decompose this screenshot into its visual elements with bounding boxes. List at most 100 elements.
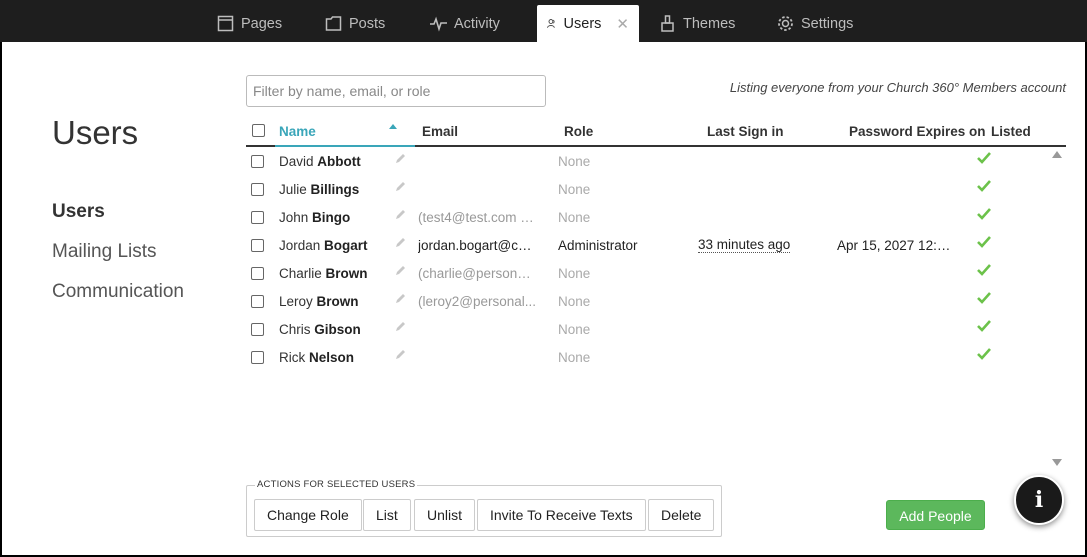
table-row[interactable]: John Bingo (test4@test.com o... None [246,203,1066,231]
brush-icon [661,15,674,32]
tab-label: Settings [801,15,854,32]
password-expires: Apr 15, 2027 12:5... [837,238,955,253]
tab-users[interactable]: Users ✕ [537,5,639,42]
filter-input[interactable] [246,75,546,107]
user-email: (leroy2@personal... [418,294,536,309]
table-row[interactable]: Chris Gibson None [246,315,1066,343]
users-icon [547,19,555,28]
tab-posts[interactable]: Posts [315,5,395,42]
header-password-expires[interactable]: Password Expires on [849,124,986,139]
nav-item-users[interactable]: Users [52,200,184,240]
row-checkbox[interactable] [251,155,264,168]
change-role-button[interactable]: Change Role [254,499,362,531]
actions-panel: ACTIONS FOR SELECTED USERS Change Role L… [246,479,722,537]
last-name: Gibson [314,322,361,337]
check-icon [977,180,991,195]
row-checkbox[interactable] [251,267,264,280]
row-checkbox[interactable] [251,323,264,336]
table-row[interactable]: Leroy Brown (leroy2@personal... None [246,287,1066,315]
list-button[interactable]: List [363,499,411,531]
pencil-icon[interactable] [394,264,407,280]
last-name: Nelson [309,350,355,365]
header-name[interactable]: Name [279,124,316,139]
side-nav: Users Mailing Lists Communication [52,200,184,320]
pencil-icon[interactable] [394,348,407,364]
row-checkbox[interactable] [251,211,264,224]
scroll-down-arrow[interactable] [1052,459,1062,466]
tab-activity[interactable]: Activity [420,5,510,42]
folder-icon [325,16,342,31]
select-all-checkbox[interactable] [252,124,265,137]
tab-label: Themes [683,15,736,32]
tab-label: Activity [454,15,500,32]
user-role: None [558,294,591,309]
last-name: Brown [325,266,368,281]
first-name: Rick [279,350,306,365]
top-tab-bar: Pages Posts Activity Users ✕ Themes Sett… [0,0,1087,42]
page-title: Users [52,114,139,151]
table-row[interactable]: Jordan Bogart jordan.bogart@cp... Administ… [246,231,1066,259]
sort-asc-icon [389,124,397,129]
user-name[interactable]: David Abbott [279,154,361,169]
table-row[interactable]: Charlie Brown (charlie@personal... None [246,259,1066,287]
close-icon[interactable]: ✕ [616,15,629,33]
user-name[interactable]: Leroy Brown [279,294,359,309]
row-checkbox[interactable] [251,239,264,252]
listing-note: Listing everyone from your Church 360° M… [729,80,1066,95]
user-name[interactable]: Jordan Bogart [279,238,368,253]
app-window: Pages Posts Activity Users ✕ Themes Sett… [0,0,1087,557]
user-role: Administrator [558,238,638,253]
row-checkbox[interactable] [251,351,264,364]
user-name[interactable]: Rick Nelson [279,350,354,365]
user-email: (test4@test.com o... [418,210,536,225]
user-role: None [558,266,591,281]
pencil-icon[interactable] [394,208,407,224]
add-people-button[interactable]: Add People [886,500,985,530]
tab-label: Pages [241,15,283,32]
table-row[interactable]: David Abbott None [246,147,1066,175]
check-icon [977,152,991,167]
pencil-icon[interactable] [394,180,407,196]
user-email: jordan.bogart@cp... [418,238,536,253]
check-icon [977,264,991,279]
user-role: None [558,322,591,337]
gear-icon [778,16,793,31]
actions-label: ACTIONS FOR SELECTED USERS [255,479,418,490]
pencil-icon[interactable] [394,292,407,308]
user-name[interactable]: Chris Gibson [279,322,361,337]
invite-texts-button[interactable]: Invite To Receive Texts [477,499,646,531]
user-name[interactable]: Julie Billings [279,182,359,197]
scroll-up-arrow[interactable] [1052,151,1062,158]
main-content: Users Users Mailing Lists Communication … [2,42,1085,555]
unlist-button[interactable]: Unlist [414,499,476,531]
info-button[interactable]: i [1014,475,1064,525]
pencil-icon[interactable] [394,320,407,336]
header-listed[interactable]: Listed [991,124,1031,139]
header-email[interactable]: Email [422,124,458,139]
header-role[interactable]: Role [564,124,593,139]
table-header: Name Email Role Last Sign in Password Ex… [246,118,1066,147]
table-row[interactable]: Julie Billings None [246,175,1066,203]
check-icon [977,292,991,307]
last-name: Abbott [317,154,361,169]
last-name: Brown [316,294,359,309]
nav-item-mailing-lists[interactable]: Mailing Lists [52,240,184,280]
check-icon [977,348,991,363]
user-name[interactable]: John Bingo [279,210,350,225]
tab-pages[interactable]: Pages [207,5,292,42]
nav-item-communication[interactable]: Communication [52,280,184,320]
tab-themes[interactable]: Themes [649,5,745,42]
row-checkbox[interactable] [251,295,264,308]
table-row[interactable]: Rick Nelson None [246,343,1066,371]
last-sign-in: 33 minutes ago [698,237,791,253]
pencil-icon[interactable] [394,152,407,168]
header-last-sign-in[interactable]: Last Sign in [707,124,784,139]
tab-label: Posts [349,15,386,32]
delete-button[interactable]: Delete [648,499,715,531]
pencil-icon[interactable] [394,236,407,252]
tab-settings[interactable]: Settings [767,5,863,42]
last-name: Billings [310,182,360,197]
user-name[interactable]: Charlie Brown [279,266,368,281]
activity-icon [430,16,447,32]
row-checkbox[interactable] [251,183,264,196]
